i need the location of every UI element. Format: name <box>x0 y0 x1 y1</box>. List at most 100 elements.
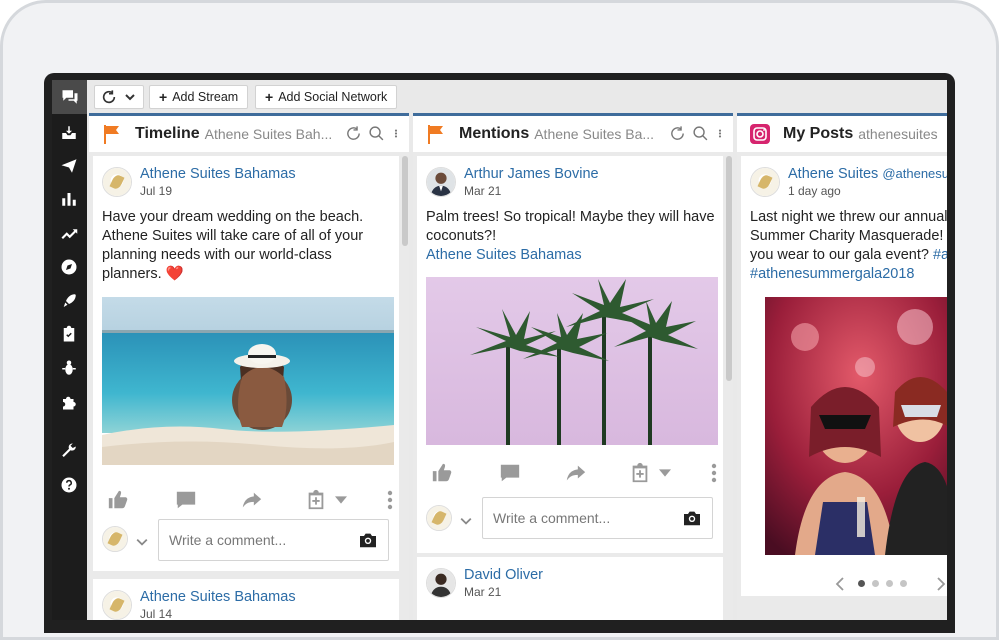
assignments-icon[interactable] <box>59 324 79 344</box>
apps-icon[interactable] <box>59 392 79 412</box>
comment-input[interactable]: Write a comment... <box>482 497 713 539</box>
launch-icon[interactable] <box>59 291 79 311</box>
chevron-down-icon[interactable] <box>659 467 671 479</box>
assign-icon[interactable] <box>305 489 327 511</box>
post-author[interactable]: Athene Suites Bahamas <box>140 166 296 182</box>
refresh-icon[interactable] <box>345 125 362 142</box>
column-title: Mentions <box>459 125 530 142</box>
search-icon[interactable] <box>692 125 709 142</box>
avatar[interactable] <box>426 568 456 598</box>
carousel-dot[interactable] <box>900 580 907 587</box>
avatar[interactable] <box>102 167 132 197</box>
author-handle[interactable]: @athenesui <box>882 166 947 181</box>
post-card: Athene Suites Bahamas Jul 19 Have your d… <box>93 156 399 571</box>
inbox-icon[interactable] <box>59 123 79 143</box>
help-icon[interactable] <box>59 475 79 495</box>
more-options-icon[interactable] <box>715 125 725 142</box>
add-stream-button[interactable]: + Add Stream <box>149 85 249 109</box>
instagram-icon <box>750 124 770 144</box>
post-date: 1 day ago <box>788 184 841 198</box>
avatar[interactable] <box>750 167 780 197</box>
comment-placeholder: Write a comment... <box>169 532 287 548</box>
post-card: Athene Suites @athenesui 1 day ago Last … <box>741 156 947 596</box>
carousel-prev-icon[interactable] <box>835 577 845 591</box>
post-card: David Oliver Mar 21 <box>417 557 723 620</box>
chevron-down-icon[interactable] <box>136 536 148 548</box>
streams-icon[interactable] <box>52 80 87 114</box>
top-toolbar: + Add Stream + Add Social Network <box>87 80 947 113</box>
like-icon[interactable] <box>107 489 129 511</box>
comment-icon[interactable] <box>175 489 197 511</box>
hashtag-link[interactable]: #athenesummergala2018 <box>750 266 914 282</box>
post-author[interactable]: Athene Suites @athenesui <box>788 166 947 182</box>
more-options-icon[interactable] <box>711 463 717 483</box>
column-header: Mentions Athene Suites Ba... <box>413 116 733 152</box>
assign-icon[interactable] <box>629 462 651 484</box>
stream-column-timeline: Timeline Athene Suites Bah... Athene Sui… <box>89 113 409 620</box>
carousel-next-icon[interactable] <box>936 577 946 591</box>
bug-icon[interactable] <box>59 358 79 378</box>
carousel-dot[interactable] <box>872 580 879 587</box>
author-name[interactable]: Athene Suites <box>788 166 878 182</box>
hashtag-link[interactable]: #a <box>933 247 947 263</box>
post-author[interactable]: Arthur James Bovine <box>464 166 599 182</box>
column-scrollbar[interactable] <box>402 156 408 246</box>
share-icon[interactable] <box>565 462 587 484</box>
commenter-avatar[interactable] <box>426 505 452 531</box>
add-stream-label: Add Stream <box>172 90 239 104</box>
publisher-icon[interactable] <box>59 156 79 176</box>
post-card: Athene Suites Bahamas Jul 14 <box>93 579 399 620</box>
post-text: Have your dream wedding on the beach. At… <box>102 209 364 282</box>
post-mention-link[interactable]: Athene Suites Bahamas <box>426 246 718 265</box>
athene-logo-icon <box>427 506 451 530</box>
more-options-icon[interactable] <box>391 125 401 142</box>
mention-link[interactable]: Athene Suites Bahamas <box>426 247 582 263</box>
post-image-palms[interactable] <box>426 277 718 445</box>
add-social-network-button[interactable]: + Add Social Network <box>255 85 398 109</box>
plus-icon: + <box>265 89 274 105</box>
avatar[interactable] <box>102 590 132 620</box>
sidebar <box>52 80 87 620</box>
chevron-down-icon[interactable] <box>460 515 472 527</box>
column-scrollbar[interactable] <box>726 156 732 381</box>
refresh-icon <box>102 90 116 104</box>
tools-icon[interactable] <box>59 441 79 461</box>
commenter-avatar[interactable] <box>102 526 128 552</box>
post-image-masquerade[interactable] <box>765 297 947 555</box>
post-hashtag-line: #athenesummergala2018 <box>750 265 947 284</box>
carousel-dot[interactable] <box>858 580 865 587</box>
post-text-line2: Summer Charity Masquerade! W <box>750 228 947 244</box>
athene-logo-icon <box>103 591 131 619</box>
post-author[interactable]: Athene Suites Bahamas <box>140 589 296 605</box>
like-icon[interactable] <box>431 462 453 484</box>
column-subtitle: Athene Suites Ba... <box>534 126 655 142</box>
post-image-beach[interactable] <box>102 297 394 465</box>
comment-input[interactable]: Write a comment... <box>158 519 389 561</box>
trending-icon[interactable] <box>59 223 79 243</box>
comment-icon[interactable] <box>499 462 521 484</box>
share-icon[interactable] <box>241 489 263 511</box>
camera-icon[interactable] <box>358 532 378 548</box>
chevron-down-icon <box>125 94 135 101</box>
carousel-indicator <box>858 580 907 587</box>
plus-icon: + <box>159 89 168 105</box>
post-date: Jul 14 <box>140 607 173 620</box>
search-icon[interactable] <box>368 125 385 142</box>
refresh-icon[interactable] <box>669 125 686 142</box>
refresh-all-button[interactable] <box>94 85 144 109</box>
explore-icon[interactable] <box>59 257 79 277</box>
avatar[interactable] <box>426 167 456 197</box>
athene-logo-icon <box>103 168 131 196</box>
column-title: My Posts <box>783 125 854 142</box>
app-main: + Add Stream + Add Social Network Timeline… <box>87 80 947 620</box>
more-options-icon[interactable] <box>387 490 393 510</box>
chevron-down-icon[interactable] <box>335 494 347 506</box>
post-author[interactable]: David Oliver <box>464 567 543 583</box>
post-text-line1: Last night we threw our annual <box>750 209 947 225</box>
carousel-dot[interactable] <box>886 580 893 587</box>
post-card: Arthur James Bovine Mar 21 Palm trees! S… <box>417 156 723 553</box>
comment-placeholder: Write a comment... <box>493 510 611 526</box>
column-header: My Posts athenesuites <box>737 116 947 152</box>
analytics-icon[interactable] <box>59 189 79 209</box>
camera-icon[interactable] <box>682 510 702 526</box>
